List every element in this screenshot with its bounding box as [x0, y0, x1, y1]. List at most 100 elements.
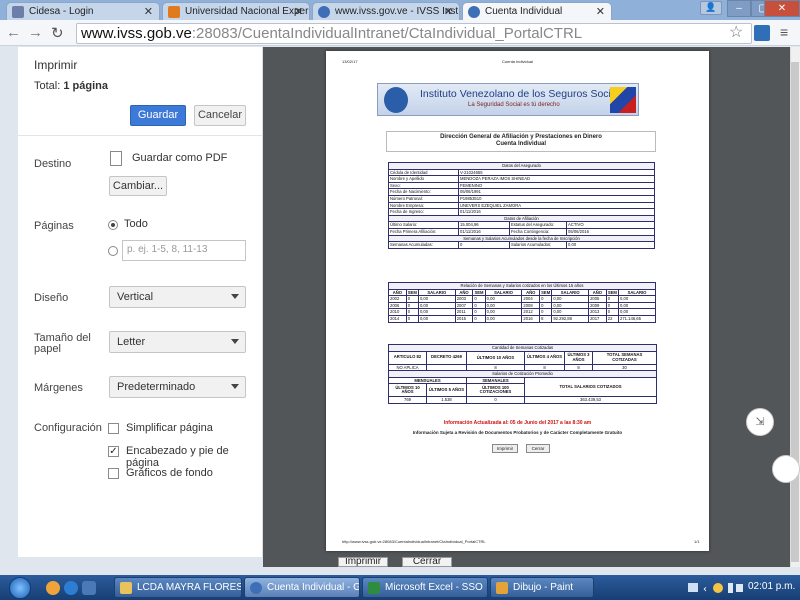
table-row: Nombre Empresa: UNEVERS EZEQUIEL ZAMORA	[388, 201, 656, 210]
paper-size-label: Tamaño del papel	[34, 332, 91, 355]
tab-cidesa[interactable]: Cidesa - Login ✕	[6, 2, 160, 20]
address-bar[interactable]: www.ivss.gob.ve:28083/CuentaIndividualIn…	[76, 23, 752, 44]
headers-footers-checkbox[interactable]: ✓	[108, 446, 119, 457]
back-arrow-icon[interactable]: ←	[6, 24, 21, 41]
close-icon[interactable]: ✕	[144, 5, 153, 18]
media-player-icon[interactable]	[46, 581, 60, 595]
destination-value: Guardar como PDF	[132, 152, 228, 164]
column-header: AÑO	[388, 288, 407, 297]
column-header: ÚLTIMOS 4 AÑOS	[524, 350, 565, 365]
options-label: Configuración	[34, 422, 102, 434]
column-header: DECRETO 4269	[426, 350, 467, 365]
table-cell: 0	[472, 301, 486, 310]
table-cell: 0	[472, 308, 486, 316]
start-button[interactable]	[9, 577, 31, 599]
page-print-button: Imprimir	[492, 444, 518, 453]
change-destination-button[interactable]: Cambiar...	[109, 176, 167, 196]
close-icon[interactable]: ✕	[294, 5, 303, 18]
field-value: MENDOZA PERAZA IMOS SHINEAD	[457, 175, 656, 183]
task-chrome[interactable]: Cuenta Individual - Go...	[244, 577, 360, 598]
forward-arrow-icon[interactable]: →	[28, 24, 43, 41]
system-tray[interactable]: ‹	[686, 580, 746, 596]
extension-icon[interactable]	[754, 25, 770, 41]
field-label: Nombre y Apellido	[388, 175, 459, 183]
column-header: SALARIO	[417, 288, 456, 297]
column-header: ÚLTIMOS 10 AÑOS	[466, 350, 525, 365]
table-cell: 0,00	[417, 295, 456, 303]
paper-size-value: Letter	[117, 336, 146, 348]
column-header: AÑO	[588, 288, 607, 297]
column-header: SALARIO	[484, 288, 523, 297]
background-graphics-checkbox[interactable]	[108, 468, 119, 479]
ivss-logo-icon	[384, 87, 408, 113]
paper-size-select[interactable]: Letter	[109, 331, 246, 353]
url-path: :28083/CuentaIndividualIntranet/CtaIndiv…	[191, 25, 583, 42]
disclaimer: Información Sujeta a Revisión de Documen…	[412, 430, 623, 435]
ivss-banner: Instituto Venezolano de los Seguros Soci…	[377, 83, 639, 116]
table-cell: 0	[405, 295, 419, 303]
table-cell: 0,00	[484, 308, 523, 316]
table-row: Último Salario: 15.004,96 Estatus del Aseg…	[388, 221, 656, 229]
pages-label: Páginas	[34, 220, 74, 232]
bookmark-star-icon[interactable]: ☆	[729, 22, 743, 42]
reload-icon[interactable]: ↻	[51, 24, 64, 42]
table-cell: 0,00	[417, 301, 456, 310]
ivss-favicon-icon	[468, 6, 480, 18]
heading-line-1: Dirección General de Afiliación y Presta…	[440, 134, 602, 140]
scrollbar-thumb[interactable]	[791, 62, 799, 562]
simplify-page-checkbox[interactable]	[108, 423, 119, 434]
tab-strip: Cidesa - Login ✕ Universidad Nacional Ex…	[0, 0, 800, 20]
chevron-down-icon	[231, 384, 239, 389]
pages-range-input[interactable]: p. ej. 1-5, 8, 11-13	[122, 240, 246, 261]
bottom-print-button[interactable]: Imprimir	[338, 557, 388, 567]
tab-cuenta-individual[interactable]: Cuenta Individual ✕	[462, 2, 612, 20]
weeks-summary-table: Cantidad de Semanas Cotizadas ARTICULO 8…	[387, 344, 658, 404]
menu-icon[interactable]: ≡	[780, 24, 788, 40]
internet-explorer-icon[interactable]	[64, 581, 78, 595]
pages-all-radio[interactable]	[108, 220, 118, 230]
table-cell: 0	[466, 396, 525, 404]
org-name: Instituto Venezolano de los Seguros Soci…	[420, 88, 631, 100]
table-cell: 769	[388, 396, 427, 404]
ivss-favicon-icon	[318, 6, 330, 18]
layout-select[interactable]: Vertical	[109, 286, 246, 308]
heading-line-2: Cuenta Individual	[495, 141, 546, 147]
table-cell: 2007	[454, 301, 474, 310]
margins-select[interactable]: Predeterminado	[109, 376, 246, 398]
table-row: Cédula de Identidad V-21024655	[388, 168, 656, 177]
fit-page-button[interactable]	[772, 455, 800, 483]
close-icon[interactable]: ✕	[444, 5, 453, 18]
column-header: SALARIO	[618, 288, 656, 297]
tab-universidad[interactable]: Universidad Nacional Experin ✕	[162, 2, 310, 20]
table-cell: 0	[405, 314, 419, 323]
show-desktop-icon[interactable]	[82, 581, 96, 595]
bottom-close-button[interactable]: Cerrar	[402, 557, 452, 567]
section-title: Cantidad de Semanas Cotizadas	[387, 344, 658, 352]
table-cell: 8	[466, 363, 525, 372]
minimize-button[interactable]: –	[727, 0, 751, 17]
task-excel[interactable]: Microsoft Excel - SSO	[362, 577, 488, 598]
table-cell: 8	[524, 363, 565, 372]
table-cell: 0	[472, 295, 486, 303]
task-folder[interactable]: LCDA MAYRA FLORES	[114, 577, 242, 598]
task-paint[interactable]: Dibujo - Paint	[490, 577, 594, 598]
window-close-button[interactable]: ✕	[764, 0, 800, 17]
folder-icon	[120, 582, 132, 594]
table-cell: 2011	[454, 308, 474, 316]
user-icon[interactable]: 👤	[700, 1, 722, 15]
layout-label: Diseño	[34, 292, 69, 304]
table-row: 2006 0 0,00 2007 0 0,00 2008 0 0,00 2009 0 0,00	[388, 301, 656, 310]
field-value: 01/11/2016	[457, 208, 656, 216]
table-cell: 0,00	[484, 295, 523, 303]
table-cell: 2010	[388, 308, 407, 316]
save-button[interactable]: Guardar	[130, 105, 186, 126]
cancel-button[interactable]: Cancelar	[194, 105, 246, 126]
divider	[18, 135, 263, 136]
field-value: 15.004,96	[458, 221, 510, 229]
tab-ivss[interactable]: www.ivss.gov.ve - IVSS Inst ✕	[312, 2, 460, 20]
close-icon[interactable]: ✕	[596, 5, 605, 18]
chrome-icon	[250, 582, 262, 594]
task-label: Cuenta Individual - Go...	[267, 582, 359, 593]
pages-custom-radio[interactable]	[108, 246, 118, 256]
zoom-icon[interactable]: ⇲	[746, 408, 774, 436]
